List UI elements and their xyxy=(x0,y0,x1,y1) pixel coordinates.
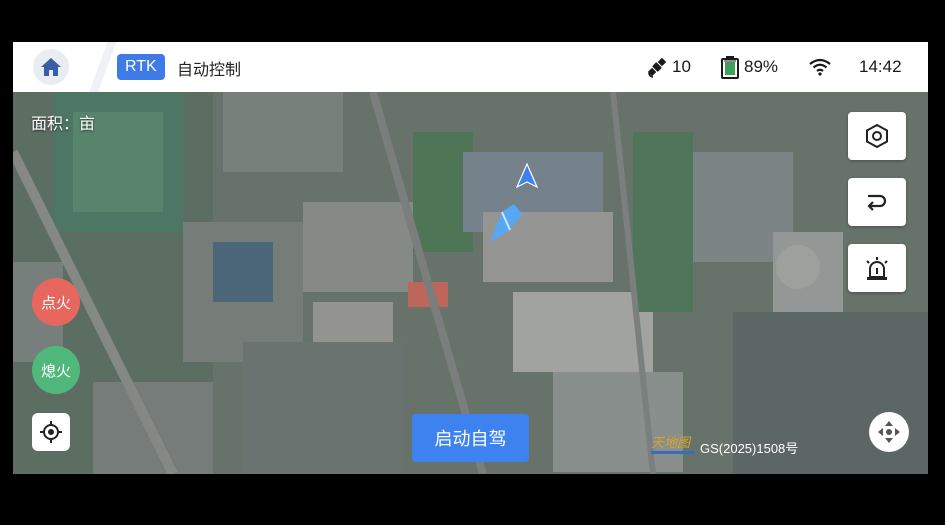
area-readout: 面积：亩 xyxy=(31,114,96,133)
target-hexagon-icon xyxy=(866,123,888,149)
heading-arrow-icon xyxy=(516,163,538,189)
joystick-button[interactable] xyxy=(869,412,909,452)
crosshair-icon xyxy=(40,421,62,443)
vehicle-marker-icon xyxy=(490,204,522,242)
wifi-icon xyxy=(809,58,831,76)
home-button[interactable] xyxy=(33,49,69,85)
battery-icon xyxy=(721,56,739,79)
app-window: RTK 自动控制 10 89% 14:42 面积：亩 点火 熄火 启动自驾 天地… xyxy=(13,42,928,474)
home-icon xyxy=(41,58,61,76)
satellite-count: 10 xyxy=(672,57,691,76)
extinguish-button[interactable]: 熄火 xyxy=(32,346,80,394)
start-autopilot-button[interactable]: 启动自驾 xyxy=(412,414,529,462)
waypoint-button[interactable] xyxy=(848,112,906,160)
alarm-button[interactable] xyxy=(848,244,906,292)
locate-button[interactable] xyxy=(32,413,70,451)
wifi-status xyxy=(808,55,836,79)
alarm-light-icon xyxy=(866,257,888,280)
satellite-status: 10 xyxy=(646,55,691,79)
svg-text:天地图: 天地图 xyxy=(651,436,692,451)
route-icon xyxy=(867,194,887,211)
battery-percent: 89% xyxy=(744,57,779,76)
tianditu-logo: 天地图 xyxy=(651,436,695,454)
control-mode-label: 自动控制 xyxy=(177,60,242,79)
status-bar: RTK 自动控制 10 89% 14:42 xyxy=(13,42,928,92)
satellite-map[interactable]: 面积：亩 点火 熄火 启动自驾 天地图 GS(2025)1508号 xyxy=(13,92,928,474)
header-divider xyxy=(81,42,121,92)
battery-status: 89% xyxy=(720,55,778,79)
clock: 14:42 xyxy=(859,57,902,76)
map-approval-number: GS(2025)1508号 xyxy=(700,441,799,456)
rtk-badge[interactable]: RTK xyxy=(117,54,165,80)
move-arrows-icon xyxy=(878,421,900,443)
route-button[interactable] xyxy=(848,178,906,226)
map-provider-logo: 天地图 xyxy=(649,433,699,461)
satellite-icon xyxy=(647,57,667,78)
ignite-button[interactable]: 点火 xyxy=(32,278,80,326)
